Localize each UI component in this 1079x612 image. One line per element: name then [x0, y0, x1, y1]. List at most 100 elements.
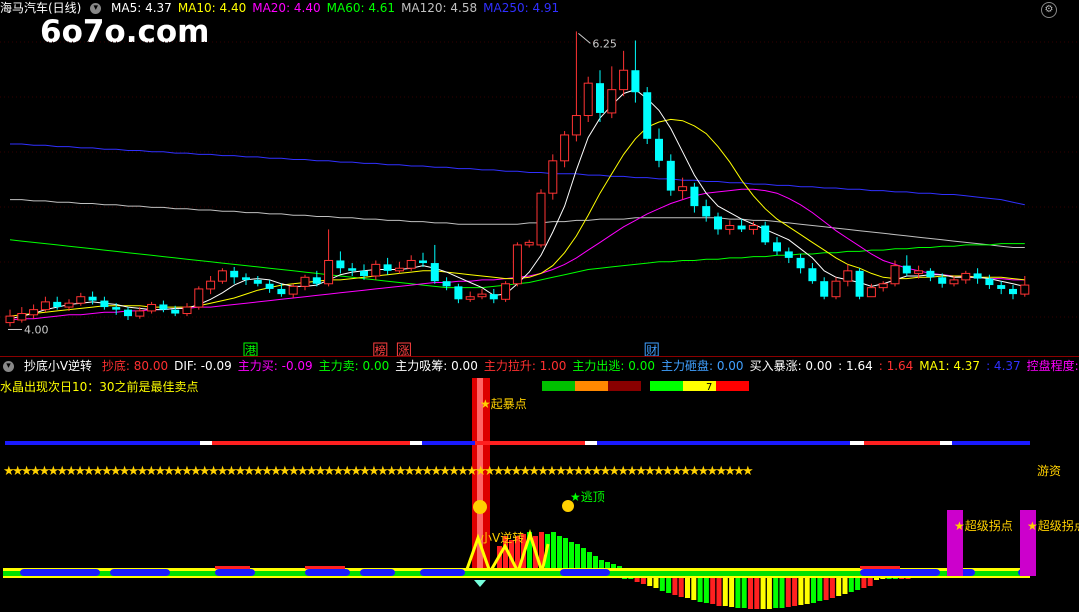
indicator-low-bar — [716, 577, 722, 606]
candle-body — [560, 134, 570, 162]
candle-body — [973, 273, 982, 279]
candle — [419, 252, 427, 267]
signal-strip-segment — [200, 441, 212, 445]
candle — [383, 257, 392, 275]
candle-body — [583, 82, 593, 117]
indicator-bar — [563, 538, 568, 573]
candle — [288, 283, 298, 298]
indicator-low-bar — [672, 577, 678, 595]
candle-body — [5, 315, 15, 324]
indicator-legend-item: DIF: -0.09 — [174, 359, 232, 373]
candle — [371, 260, 381, 280]
candle — [737, 219, 746, 232]
arrow-up-circle-icon — [473, 500, 487, 514]
candle — [348, 263, 357, 276]
signal-strip-segment — [475, 441, 495, 445]
candle-body — [548, 160, 558, 194]
xiaov-label: 小V逆转 — [480, 530, 524, 545]
candle-body — [159, 304, 168, 310]
candle — [583, 76, 593, 122]
marker-label: 财 — [646, 343, 657, 357]
candle-body — [312, 277, 321, 284]
candle-body — [383, 264, 392, 271]
candle-body — [536, 192, 546, 246]
indicator-low-bar — [741, 577, 747, 608]
indicator-legend-item: MA1: 4.37 — [919, 359, 981, 373]
indicator-legend-item: 主力卖: 0.00 — [318, 359, 390, 373]
candle-body — [465, 296, 475, 300]
candle-body — [961, 272, 971, 281]
indicator-low-bar — [735, 577, 741, 608]
candle-body — [714, 216, 722, 230]
chaoji-label: ★超级拐点 — [954, 518, 1013, 533]
candle-body — [112, 307, 121, 310]
candle-body — [524, 241, 534, 246]
chaoji-label: ★超级拐点 — [1027, 518, 1079, 533]
indicator-legend-item: : 4.37 — [986, 359, 1021, 373]
legend-bar-segment — [575, 381, 608, 391]
candle-body — [702, 206, 711, 217]
indicator-low-bar — [848, 577, 854, 592]
candle — [324, 229, 334, 287]
chevron-down-icon[interactable]: ▾ — [3, 361, 14, 372]
indicator-low-bar — [748, 577, 753, 609]
candle-body — [477, 293, 487, 298]
legend-bar-segment — [650, 381, 683, 391]
candle-body — [360, 270, 368, 276]
candle — [725, 220, 735, 235]
candle-body — [489, 294, 498, 300]
indicator-legend-item: : 1.64 — [878, 359, 914, 373]
candle — [820, 277, 829, 300]
candle-body — [430, 263, 439, 282]
candle-body — [40, 301, 50, 311]
candle-body — [1009, 288, 1017, 295]
candle-body — [949, 279, 959, 285]
candle-body — [324, 259, 334, 285]
candle — [607, 66, 617, 119]
indicator-low-bar — [703, 577, 709, 603]
candle — [182, 303, 192, 317]
candle-body — [76, 296, 86, 304]
indicator-legend-item: 主力出逃: 0.00 — [572, 359, 655, 373]
candle-body — [371, 263, 381, 277]
candle — [643, 87, 652, 144]
candle — [536, 189, 546, 248]
candle-body — [878, 283, 888, 289]
diamond-icon — [474, 580, 486, 587]
candle-body — [394, 267, 404, 272]
signal-strip-segment — [5, 441, 200, 445]
candle-body — [926, 270, 935, 278]
baseline-blob — [420, 569, 465, 576]
candle-body — [843, 270, 853, 282]
indicator-legend-item: 主力拉升: 1.00 — [483, 359, 567, 373]
candle-body — [596, 83, 604, 113]
candle-body — [442, 281, 451, 287]
candle — [100, 296, 109, 310]
indicator-low-bar — [842, 577, 848, 594]
candle-body — [501, 283, 511, 300]
indicator-low-bar — [697, 577, 703, 602]
candle — [890, 260, 900, 287]
candle-body — [277, 288, 286, 295]
indicator-low-bar — [710, 577, 716, 604]
candle-body — [690, 186, 699, 207]
candle-body — [643, 92, 652, 139]
candle-body — [619, 69, 629, 91]
candle — [489, 288, 498, 304]
stars-row: ★★★★★★★★★★★★★★★★★★★★★★★★★★★★★★★★★★★★★★★★… — [3, 464, 753, 479]
candle-body — [512, 244, 522, 285]
candle-body — [300, 276, 310, 287]
candle-body — [288, 285, 298, 295]
candle — [690, 182, 699, 213]
candle — [406, 255, 416, 271]
candle-body — [419, 260, 427, 264]
candle-body — [808, 268, 817, 282]
candle — [961, 270, 971, 284]
candle — [973, 268, 982, 284]
candle-body — [737, 225, 746, 230]
candle — [666, 154, 675, 196]
candle — [454, 283, 463, 304]
signal-strip-segment — [212, 441, 410, 445]
candle-body — [206, 280, 216, 290]
candle-body — [88, 296, 97, 301]
